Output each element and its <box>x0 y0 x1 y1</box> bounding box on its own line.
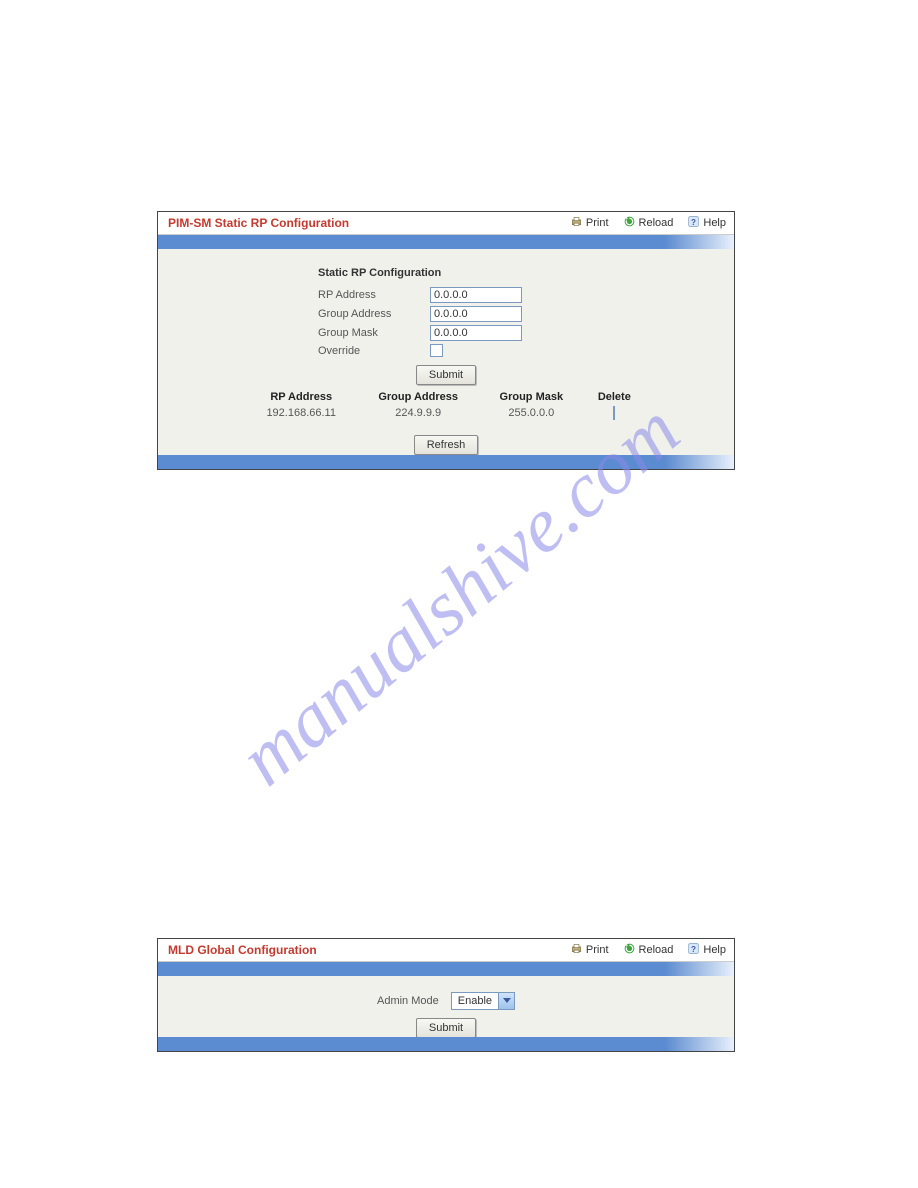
label-group-address: Group Address <box>318 308 430 320</box>
table-header-row: RP Address Group Address Group Mask Dele… <box>246 389 646 405</box>
section-title: Static RP Configuration <box>318 267 724 279</box>
th-delete: Delete <box>583 389 646 405</box>
print-button[interactable]: Print <box>570 215 609 231</box>
td-rp-address: 192.168.66.11 <box>246 405 356 421</box>
label-group-mask: Group Mask <box>318 327 430 339</box>
chevron-down-icon <box>498 993 514 1009</box>
divider-bar-top <box>158 962 734 976</box>
divider-bar-bottom <box>158 1037 734 1051</box>
printer-icon <box>570 942 583 958</box>
static-rp-table: RP Address Group Address Group Mask Dele… <box>246 389 646 421</box>
rp-address-input[interactable] <box>430 287 522 303</box>
panel-titlebar: MLD Global Configuration Print Reload ? … <box>158 939 734 962</box>
mld-global-config-panel: MLD Global Configuration Print Reload ? … <box>157 938 735 1052</box>
td-group-mask: 255.0.0.0 <box>480 405 583 421</box>
group-mask-input[interactable] <box>430 325 522 341</box>
reload-button[interactable]: Reload <box>623 942 674 958</box>
row-group-mask: Group Mask <box>318 325 724 341</box>
row-rp-address: RP Address <box>318 287 724 303</box>
help-button[interactable]: ? Help <box>687 942 726 958</box>
table-row: 192.168.66.11 224.9.9.9 255.0.0.0 <box>246 405 646 421</box>
th-group-address: Group Address <box>356 389 480 405</box>
td-group-address: 224.9.9.9 <box>356 405 480 421</box>
help-icon: ? <box>687 215 700 231</box>
reload-button[interactable]: Reload <box>623 215 674 231</box>
row-admin-mode: Admin Mode Enable <box>158 992 734 1010</box>
print-button[interactable]: Print <box>570 942 609 958</box>
row-group-address: Group Address <box>318 306 724 322</box>
submit-button[interactable]: Submit <box>416 1018 476 1038</box>
label-admin-mode: Admin Mode <box>377 995 439 1007</box>
print-label: Print <box>586 217 609 229</box>
help-label: Help <box>703 944 726 956</box>
label-rp-address: RP Address <box>318 289 430 301</box>
refresh-button[interactable]: Refresh <box>414 435 479 455</box>
select-value: Enable <box>452 995 498 1007</box>
panel-body: Static RP Configuration RP Address Group… <box>158 249 734 469</box>
help-label: Help <box>703 217 726 229</box>
svg-text:?: ? <box>691 945 696 954</box>
panel-body: Admin Mode Enable Submit <box>158 992 734 1038</box>
reload-label: Reload <box>639 944 674 956</box>
override-checkbox[interactable] <box>430 344 443 357</box>
panel-title: MLD Global Configuration <box>168 943 556 957</box>
divider-bar-top <box>158 235 734 249</box>
svg-text:?: ? <box>691 218 696 227</box>
delete-checkbox[interactable] <box>613 406 615 420</box>
group-address-input[interactable] <box>430 306 522 322</box>
panel-title: PIM-SM Static RP Configuration <box>168 216 556 230</box>
th-group-mask: Group Mask <box>480 389 583 405</box>
help-button[interactable]: ? Help <box>687 215 726 231</box>
reload-icon <box>623 215 636 231</box>
admin-mode-select[interactable]: Enable <box>451 992 515 1010</box>
printer-icon <box>570 215 583 231</box>
divider-bar-bottom <box>158 455 734 469</box>
submit-button[interactable]: Submit <box>416 365 476 385</box>
pim-sm-static-rp-panel: PIM-SM Static RP Configuration Print Rel… <box>157 211 735 470</box>
print-label: Print <box>586 944 609 956</box>
panel-titlebar: PIM-SM Static RP Configuration Print Rel… <box>158 212 734 235</box>
label-override: Override <box>318 345 430 357</box>
th-rp-address: RP Address <box>246 389 356 405</box>
row-override: Override <box>318 344 724 357</box>
reload-label: Reload <box>639 217 674 229</box>
help-icon: ? <box>687 942 700 958</box>
reload-icon <box>623 942 636 958</box>
